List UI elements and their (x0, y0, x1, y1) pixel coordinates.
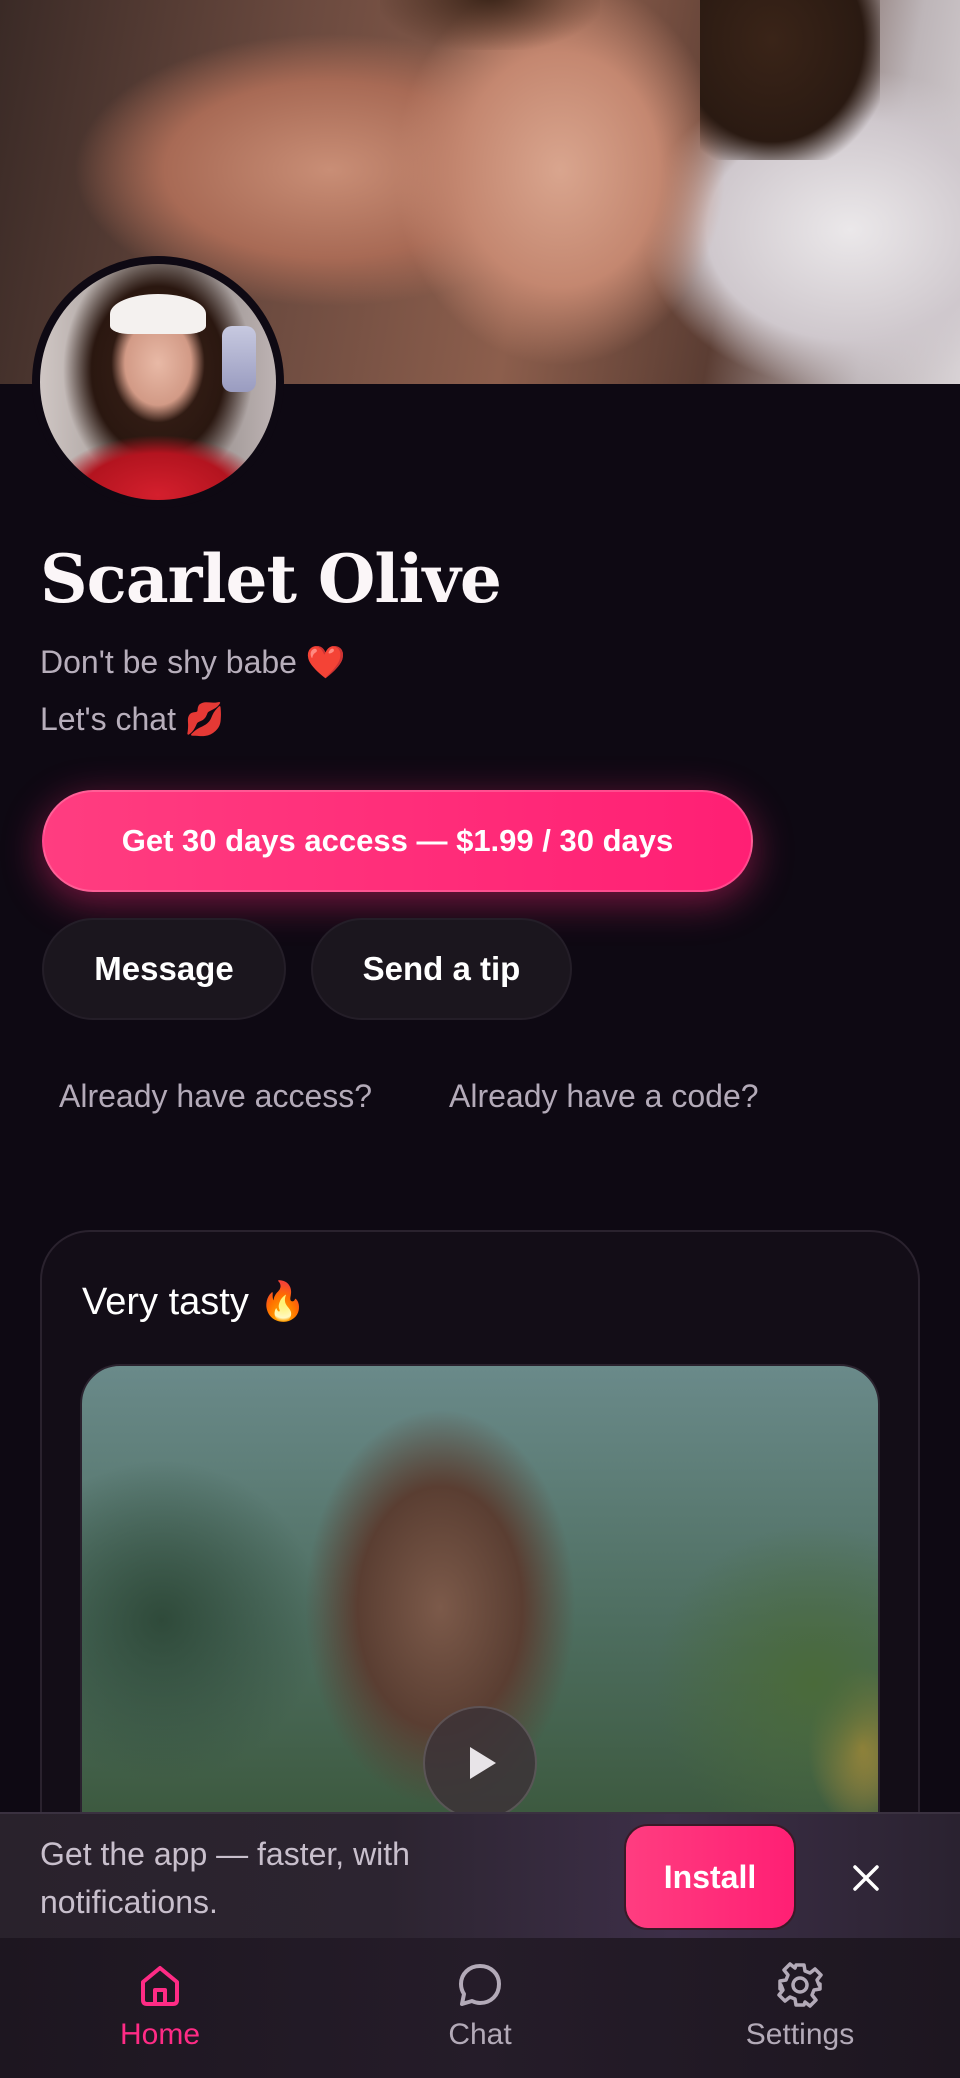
play-icon (470, 1747, 496, 1779)
home-icon (141, 1966, 179, 2006)
message-button[interactable]: Message (42, 918, 286, 1020)
subscribe-button[interactable]: Get 30 days access — $1.99 / 30 days (42, 790, 753, 892)
nav-label-home: Home (119, 2018, 201, 2051)
nav-item-chat[interactable]: Chat (380, 1960, 580, 2070)
close-banner-button[interactable] (846, 1858, 886, 1898)
install-button[interactable]: Install (624, 1824, 796, 1930)
chat-bubble-icon (459, 1964, 501, 2006)
install-banner-text-2: notifications. (40, 1884, 218, 1920)
install-banner-text: Get the app — faster, with (40, 1836, 410, 1872)
play-button[interactable] (423, 1706, 537, 1820)
creator-profile-page: Scarlet Olive Don't be shy babe ❤️ Let's… (0, 0, 960, 2078)
close-icon (853, 1865, 879, 1891)
already-have-code-link[interactable]: Already have a code? (449, 1078, 759, 1115)
profile-name: Scarlet Olive (40, 540, 502, 618)
gear-icon (777, 1962, 823, 2008)
post-title: Very tasty 🔥 (82, 1281, 307, 1323)
nav-label-chat: Chat (448, 2018, 512, 2051)
nav-label-settings: Settings (745, 2018, 855, 2051)
avatar[interactable] (32, 256, 284, 508)
send-tip-button[interactable]: Send a tip (311, 918, 572, 1020)
already-have-access-link[interactable]: Already have access? (59, 1078, 372, 1115)
avatar-image (40, 264, 276, 500)
nav-item-home[interactable]: Home (60, 1960, 260, 2070)
bio-line-1: Don't be shy babe ❤️ (40, 644, 346, 680)
bio-line-2: Let's chat 💋 (40, 701, 225, 737)
nav-item-settings[interactable]: Settings (700, 1960, 900, 2070)
